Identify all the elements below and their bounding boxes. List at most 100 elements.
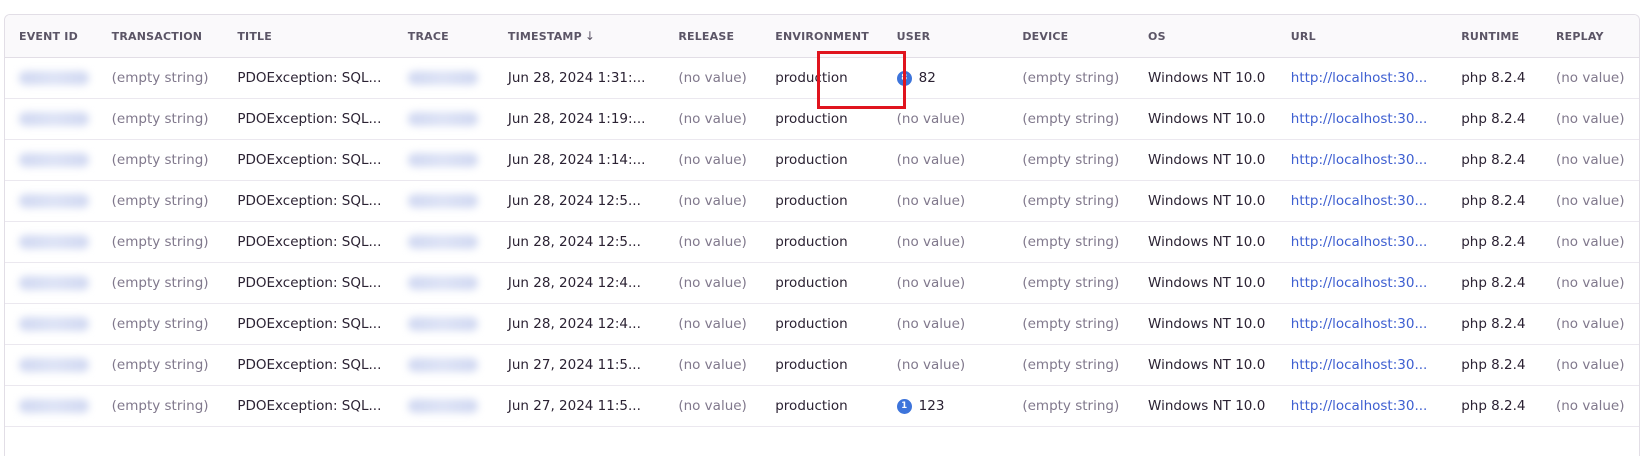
cell-trace[interactable] (393, 139, 494, 181)
cell-event-id[interactable] (5, 262, 98, 304)
cell-url[interactable]: http://localhost:30... (1276, 344, 1448, 386)
cell-trace[interactable] (393, 262, 494, 304)
redacted-event-id[interactable] (19, 112, 89, 126)
cell-title[interactable]: PDOException: SQL... (223, 221, 394, 263)
cell-transaction: (empty string) (97, 221, 224, 263)
redacted-trace[interactable] (407, 153, 478, 167)
user-value: 123 (918, 398, 945, 414)
column-header-transaction[interactable]: TRANSACTION (97, 15, 224, 58)
cell-url[interactable]: http://localhost:30... (1276, 385, 1448, 427)
redacted-event-id[interactable] (19, 399, 89, 413)
redacted-event-id[interactable] (19, 194, 89, 208)
redacted-trace[interactable] (407, 71, 478, 85)
cell-event-id[interactable] (5, 57, 98, 99)
column-header-timestamp[interactable]: TIMESTAMP ↓ (493, 15, 665, 58)
cell-url[interactable]: http://localhost:30... (1276, 98, 1448, 140)
redacted-trace[interactable] (407, 235, 478, 249)
cell-trace[interactable] (393, 98, 494, 140)
column-header-url[interactable]: URL (1276, 15, 1448, 58)
cell-user[interactable]: (no value) (882, 180, 1009, 222)
cell-title[interactable]: PDOException: SQL... (223, 57, 394, 99)
cell-url[interactable]: http://localhost:30... (1276, 180, 1448, 222)
cell-user[interactable]: (no value) (882, 98, 1009, 140)
column-header-event-id[interactable]: EVENT ID (5, 15, 98, 58)
cell-url[interactable]: http://localhost:30... (1276, 139, 1448, 181)
redacted-trace[interactable] (407, 358, 478, 372)
user-avatar-badge: 8 (896, 70, 912, 86)
cell-device: (empty string) (1008, 139, 1135, 181)
column-header-environment[interactable]: ENVIRONMENT (761, 15, 883, 58)
cell-url[interactable]: http://localhost:30... (1276, 221, 1448, 263)
cell-timestamp: Jun 28, 2024 12:5... (493, 221, 665, 263)
column-header-os[interactable]: OS (1134, 15, 1277, 58)
cell-user[interactable]: (no value) (882, 303, 1009, 345)
column-header-replay[interactable]: REPLAY (1541, 15, 1639, 58)
cell-transaction: (empty string) (97, 344, 224, 386)
column-header-device[interactable]: DEVICE (1008, 15, 1135, 58)
redacted-trace[interactable] (407, 276, 478, 290)
table-row[interactable]: (empty string) PDOException: SQL... Jun 28… (5, 180, 1639, 222)
redacted-trace[interactable] (407, 317, 478, 331)
cell-title[interactable]: PDOException: SQL... (223, 303, 394, 345)
cell-title[interactable]: PDOException: SQL... (223, 139, 394, 181)
cell-event-id[interactable] (5, 344, 98, 386)
cell-title[interactable]: PDOException: SQL... (223, 344, 394, 386)
cell-user[interactable]: (no value) (882, 344, 1009, 386)
redacted-trace[interactable] (407, 194, 478, 208)
table-row[interactable]: (empty string) PDOException: SQL... Jun 28… (5, 262, 1639, 304)
cell-title[interactable]: PDOException: SQL... (223, 385, 394, 427)
redacted-event-id[interactable] (19, 358, 89, 372)
cell-user[interactable]: 8 82 (882, 57, 1009, 99)
cell-trace[interactable] (393, 180, 494, 222)
cell-user[interactable]: (no value) (882, 221, 1009, 263)
cell-runtime: php 8.2.4 (1447, 344, 1542, 386)
cell-title[interactable]: PDOException: SQL... (223, 262, 394, 304)
cell-event-id[interactable] (5, 385, 98, 427)
cell-replay: (no value) (1541, 139, 1639, 181)
column-header-release[interactable]: RELEASE (664, 15, 762, 58)
cell-event-id[interactable] (5, 180, 98, 222)
cell-trace[interactable] (393, 344, 494, 386)
sort-arrow-down-icon[interactable]: ↓ (585, 29, 595, 43)
cell-transaction: (empty string) (97, 262, 224, 304)
redacted-trace[interactable] (407, 399, 478, 413)
redacted-event-id[interactable] (19, 153, 89, 167)
cell-runtime: php 8.2.4 (1447, 57, 1542, 99)
cell-event-id[interactable] (5, 139, 98, 181)
cell-environment: production (761, 180, 883, 222)
cell-replay: (no value) (1541, 57, 1639, 99)
redacted-event-id[interactable] (19, 235, 89, 249)
cell-title[interactable]: PDOException: SQL... (223, 98, 394, 140)
cell-url[interactable]: http://localhost:30... (1276, 262, 1448, 304)
cell-os: Windows NT 10.0 (1134, 98, 1277, 140)
column-header-runtime[interactable]: RUNTIME (1447, 15, 1542, 58)
column-header-user[interactable]: USER (882, 15, 1009, 58)
redacted-trace[interactable] (407, 112, 478, 126)
column-header-trace[interactable]: TRACE (393, 15, 494, 58)
redacted-event-id[interactable] (19, 276, 89, 290)
cell-user[interactable]: (no value) (882, 139, 1009, 181)
table-row[interactable]: (empty string) PDOException: SQL... Jun 27… (5, 344, 1639, 386)
column-header-title[interactable]: TITLE (223, 15, 394, 58)
cell-trace[interactable] (393, 303, 494, 345)
cell-trace[interactable] (393, 221, 494, 263)
table-row[interactable]: (empty string) PDOException: SQL... Jun 28… (5, 98, 1639, 140)
cell-event-id[interactable] (5, 98, 98, 140)
redacted-event-id[interactable] (19, 71, 89, 85)
redacted-event-id[interactable] (19, 317, 89, 331)
cell-url[interactable]: http://localhost:30... (1276, 303, 1448, 345)
cell-event-id[interactable] (5, 221, 98, 263)
cell-release: (no value) (664, 303, 762, 345)
cell-user[interactable]: (no value) (882, 262, 1009, 304)
cell-user[interactable]: 1 123 (882, 385, 1009, 427)
cell-url[interactable]: http://localhost:30... (1276, 57, 1448, 99)
table-row[interactable]: (empty string) PDOException: SQL... Jun 28… (5, 139, 1639, 181)
cell-title[interactable]: PDOException: SQL... (223, 180, 394, 222)
cell-trace[interactable] (393, 385, 494, 427)
cell-event-id[interactable] (5, 303, 98, 345)
table-row[interactable]: (empty string) PDOException: SQL... Jun 27… (5, 385, 1639, 427)
table-row[interactable]: (empty string) PDOException: SQL... Jun 28… (5, 221, 1639, 263)
table-row[interactable]: (empty string) PDOException: SQL... Jun 28… (5, 57, 1639, 99)
cell-trace[interactable] (393, 57, 494, 99)
table-row[interactable]: (empty string) PDOException: SQL... Jun 28… (5, 303, 1639, 345)
